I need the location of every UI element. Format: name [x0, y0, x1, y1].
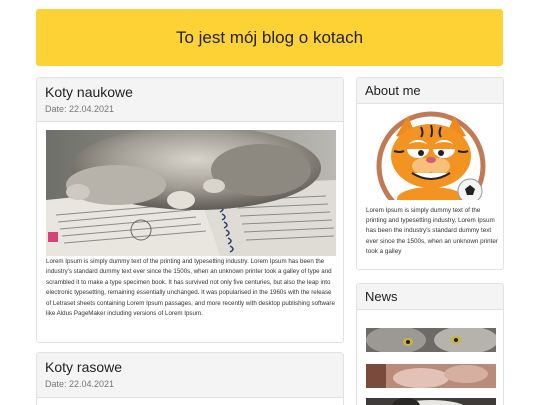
news-thumbnail[interactable]: [366, 398, 496, 405]
news-card: News: [356, 283, 504, 405]
post-title[interactable]: Koty rasowe: [45, 359, 335, 375]
news-thumbnail[interactable]: [366, 328, 496, 352]
about-title: About me: [365, 83, 421, 98]
blog-header: To jest mój blog o kotach: [36, 9, 503, 66]
cartoon-cat-icon: [366, 111, 496, 200]
about-text: Lorem Ipsum is simply dummy text of the …: [366, 207, 498, 255]
news-title: News: [365, 289, 398, 304]
post-card: Koty rasowe Date: 22.04.2021: [36, 352, 344, 405]
blog-title: To jest mój blog o kotach: [175, 27, 364, 47]
about-header: About me: [357, 78, 503, 104]
post-image: [46, 130, 336, 256]
post-header: Koty rasowe Date: 22.04.2021: [37, 353, 343, 398]
post-card: Koty naukowe Date: 22.04.2021 Lorem Ipsu…: [36, 77, 344, 343]
post-title[interactable]: Koty naukowe: [45, 84, 335, 100]
about-card: About me Lorem Ipsum is simply dummy tex…: [356, 77, 504, 270]
cat-on-book-photo: [46, 130, 336, 256]
post-body: Lorem Ipsum is simply dummy text of the …: [46, 258, 335, 318]
post-date: Date: 22.04.2021: [45, 104, 115, 114]
post-date: Date: 22.04.2021: [45, 379, 115, 389]
news-header: News: [357, 284, 503, 310]
post-header: Koty naukowe Date: 22.04.2021: [37, 78, 343, 122]
news-thumbnail[interactable]: [366, 364, 496, 388]
